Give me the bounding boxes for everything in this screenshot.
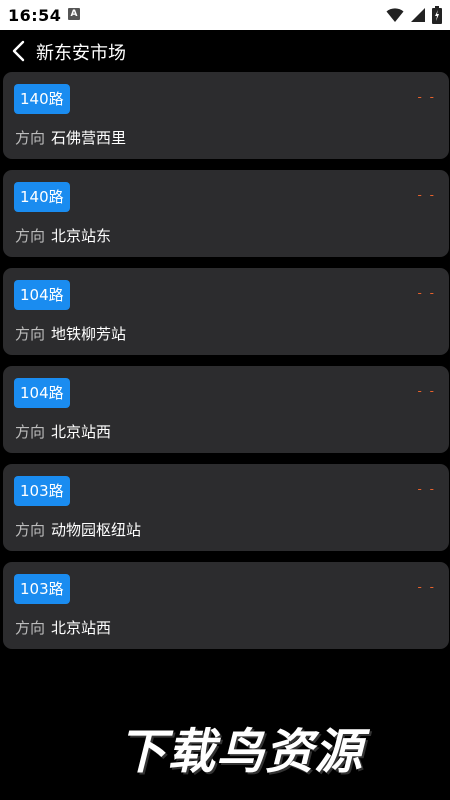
direction-label: 方向 <box>15 325 46 343</box>
direction-label: 方向 <box>15 227 46 245</box>
route-card[interactable]: 104路 - - 方向 地铁柳芳站 <box>3 268 449 355</box>
eta-text: - - <box>417 384 436 398</box>
eta-text: - - <box>417 482 436 496</box>
direction-label: 方向 <box>15 619 46 637</box>
notification-a-icon: A <box>68 8 80 20</box>
route-card[interactable]: 140路 - - 方向 石佛营西里 <box>3 72 449 159</box>
route-badge: 104路 <box>14 280 70 310</box>
battery-icon <box>432 6 442 24</box>
eta-text: - - <box>417 188 436 202</box>
route-badge: 103路 <box>14 574 70 604</box>
eta-text: - - <box>417 580 436 594</box>
route-card[interactable]: 104路 - - 方向 北京站西 <box>3 366 449 453</box>
wifi-icon <box>386 7 404 23</box>
watermark: 下载鸟资源 <box>118 724 364 780</box>
signal-icon <box>410 7 426 23</box>
route-card[interactable]: 140路 - - 方向 北京站东 <box>3 170 449 257</box>
direction-row: 方向 石佛营西里 <box>15 127 126 148</box>
direction-label: 方向 <box>15 129 46 147</box>
direction-label: 方向 <box>15 521 46 539</box>
status-icons <box>386 6 442 24</box>
eta-text: - - <box>417 90 436 104</box>
route-badge: 104路 <box>14 378 70 408</box>
route-badge: 140路 <box>14 182 70 212</box>
page-title: 新东安市场 <box>36 43 126 64</box>
direction-destination: 北京站东 <box>51 227 112 245</box>
direction-destination: 动物园枢纽站 <box>51 521 142 539</box>
direction-row: 方向 北京站西 <box>15 421 111 442</box>
direction-row: 方向 动物园枢纽站 <box>15 519 141 540</box>
chevron-left-icon[interactable] <box>8 39 30 63</box>
route-card[interactable]: 103路 - - 方向 动物园枢纽站 <box>3 464 449 551</box>
eta-text: - - <box>417 286 436 300</box>
route-card[interactable]: 103路 - - 方向 北京站西 <box>3 562 449 649</box>
direction-destination: 地铁柳芳站 <box>51 325 127 343</box>
direction-row: 方向 北京站西 <box>15 617 111 638</box>
direction-destination: 石佛营西里 <box>51 129 127 147</box>
status-bar: 16:54 A <box>0 0 450 30</box>
status-time: 16:54 <box>8 6 62 25</box>
direction-row: 方向 地铁柳芳站 <box>15 323 126 344</box>
route-badge: 103路 <box>14 476 70 506</box>
direction-destination: 北京站西 <box>51 619 112 637</box>
route-badge: 140路 <box>14 84 70 114</box>
direction-label: 方向 <box>15 423 46 441</box>
app-header: 新东安市场 <box>0 30 450 72</box>
direction-destination: 北京站西 <box>51 423 112 441</box>
direction-row: 方向 北京站东 <box>15 225 111 246</box>
